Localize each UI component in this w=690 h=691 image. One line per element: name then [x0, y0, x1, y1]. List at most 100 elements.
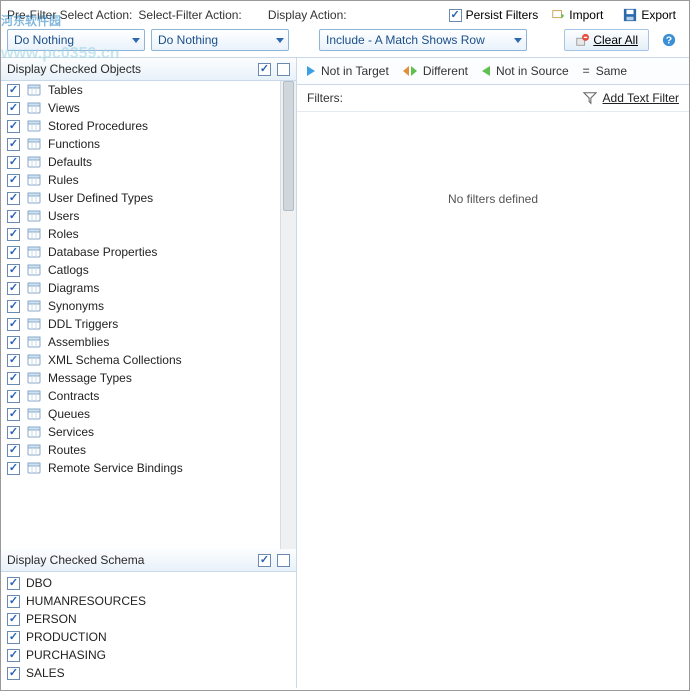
checkbox-icon[interactable] — [7, 390, 20, 403]
checkbox-icon[interactable] — [7, 631, 20, 644]
schema-label: PERSON — [26, 612, 77, 626]
object-row[interactable]: Roles — [1, 225, 280, 243]
object-row[interactable]: Queues — [1, 405, 280, 423]
object-label: Defaults — [48, 155, 92, 169]
objects-uncheck-all[interactable] — [277, 63, 290, 76]
checkbox-icon[interactable] — [7, 84, 20, 97]
db-object-icon — [26, 244, 42, 260]
no-filters-message: No filters defined — [297, 112, 689, 688]
object-label: Synonyms — [48, 299, 104, 313]
db-object-icon — [26, 460, 42, 476]
object-row[interactable]: Tables — [1, 81, 280, 99]
checkbox-icon[interactable] — [7, 426, 20, 439]
object-row[interactable]: Stored Procedures — [1, 117, 280, 135]
checkbox-icon[interactable] — [7, 462, 20, 475]
object-label: Views — [48, 101, 80, 115]
object-row[interactable]: User Defined Types — [1, 189, 280, 207]
db-object-icon — [26, 316, 42, 332]
object-label: Functions — [48, 137, 100, 151]
schema-row[interactable]: HUMANRESOURCES — [1, 592, 296, 610]
different-toggle[interactable]: Different — [403, 64, 468, 78]
checkbox-icon[interactable] — [7, 595, 20, 608]
object-label: Roles — [48, 227, 79, 241]
schema-row[interactable]: PERSON — [1, 610, 296, 628]
checkbox-icon[interactable] — [7, 667, 20, 680]
arrow-left-icon — [482, 66, 490, 76]
add-text-filter-link[interactable]: Add Text Filter — [603, 91, 679, 105]
equals-icon: = — [583, 64, 590, 78]
object-label: Rules — [48, 173, 79, 187]
objects-check-all[interactable] — [258, 63, 271, 76]
object-row[interactable]: Rules — [1, 171, 280, 189]
checkbox-icon[interactable] — [7, 300, 20, 313]
object-row[interactable]: Users — [1, 207, 280, 225]
checkbox-icon[interactable] — [7, 444, 20, 457]
checkbox-icon[interactable] — [7, 156, 20, 169]
help-button[interactable]: ? — [655, 30, 683, 50]
schema-label: DBO — [26, 576, 52, 590]
checkbox-icon[interactable] — [7, 649, 20, 662]
checkbox-icon[interactable] — [7, 120, 20, 133]
object-row[interactable]: Services — [1, 423, 280, 441]
display-action-combo[interactable]: Include - A Match Shows Row — [319, 29, 527, 51]
objects-scrollbar[interactable] — [280, 81, 296, 549]
object-row[interactable]: Message Types — [1, 369, 280, 387]
object-row[interactable]: Defaults — [1, 153, 280, 171]
import-button[interactable]: Import — [544, 5, 610, 25]
checkbox-icon[interactable] — [7, 138, 20, 151]
checkbox-icon[interactable] — [7, 228, 20, 241]
checkbox-icon[interactable] — [7, 577, 20, 590]
db-object-icon — [26, 280, 42, 296]
clear-all-button[interactable]: Clear All — [564, 29, 649, 51]
object-row[interactable]: Routes — [1, 441, 280, 459]
save-icon — [623, 8, 637, 22]
schema-row[interactable]: PRODUCTION — [1, 628, 296, 646]
checkbox-icon[interactable] — [7, 354, 20, 367]
schema-row[interactable]: DBO — [1, 574, 296, 592]
db-object-icon — [26, 136, 42, 152]
checkbox-icon[interactable] — [7, 246, 20, 259]
checkbox-icon[interactable] — [7, 613, 20, 626]
export-button[interactable]: Export — [616, 5, 683, 25]
persist-filters-checkbox[interactable]: Persist Filters — [449, 8, 539, 22]
object-row[interactable]: Remote Service Bindings — [1, 459, 280, 477]
object-row[interactable]: Synonyms — [1, 297, 280, 315]
object-row[interactable]: Functions — [1, 135, 280, 153]
checkbox-icon[interactable] — [7, 264, 20, 277]
schema-label: PRODUCTION — [26, 630, 107, 644]
select-filter-label: Select-Filter Action: — [138, 8, 241, 22]
checkbox-icon[interactable] — [7, 408, 20, 421]
checkbox-icon[interactable] — [7, 192, 20, 205]
db-object-icon — [26, 208, 42, 224]
select-filter-combo[interactable]: Do Nothing — [151, 29, 289, 51]
not-in-target-toggle[interactable]: Not in Target — [307, 64, 389, 78]
db-object-icon — [26, 262, 42, 278]
object-row[interactable]: Catlogs — [1, 261, 280, 279]
object-row[interactable]: Diagrams — [1, 279, 280, 297]
schema-uncheck-all[interactable] — [277, 554, 290, 567]
schema-header: Display Checked Schema — [1, 549, 296, 572]
display-action-label: Display Action: — [268, 8, 347, 22]
object-row[interactable]: XML Schema Collections — [1, 351, 280, 369]
object-row[interactable]: DDL Triggers — [1, 315, 280, 333]
checkbox-icon[interactable] — [7, 318, 20, 331]
object-row[interactable]: Database Properties — [1, 243, 280, 261]
not-in-source-toggle[interactable]: Not in Source — [482, 64, 569, 78]
checkbox-icon[interactable] — [7, 336, 20, 349]
checkbox-icon[interactable] — [7, 102, 20, 115]
checkbox-icon[interactable] — [7, 372, 20, 385]
object-row[interactable]: Views — [1, 99, 280, 117]
checkbox-icon[interactable] — [7, 282, 20, 295]
checkbox-icon[interactable] — [7, 174, 20, 187]
schema-row[interactable]: PURCHASING — [1, 646, 296, 664]
arrow-both-icon — [403, 66, 417, 76]
schema-label: HUMANRESOURCES — [26, 594, 146, 608]
object-row[interactable]: Assemblies — [1, 333, 280, 351]
schema-row[interactable]: SALES — [1, 664, 296, 682]
schema-check-all[interactable] — [258, 554, 271, 567]
checkbox-icon[interactable] — [7, 210, 20, 223]
object-label: Contracts — [48, 389, 99, 403]
same-toggle[interactable]: = Same — [583, 64, 627, 78]
object-row[interactable]: Contracts — [1, 387, 280, 405]
pre-filter-combo[interactable]: Do Nothing — [7, 29, 145, 51]
